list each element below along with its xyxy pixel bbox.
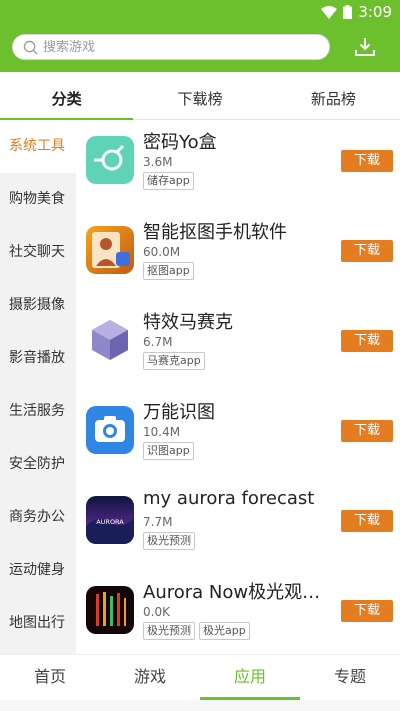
app-name[interactable]: 智能抠图手机软件 (143, 218, 287, 244)
app-tag[interactable]: 极光预测 (143, 622, 195, 640)
category-social-chat[interactable]: 社交聊天 (0, 226, 76, 279)
app-size: 7.7M (143, 515, 173, 529)
battery-icon (343, 5, 353, 19)
category-shopping-food[interactable]: 购物美食 (0, 173, 76, 226)
mosaic-cube-icon (86, 316, 134, 364)
download-button[interactable]: 下载 (341, 510, 393, 532)
app-list: 密码Yo盒 3.6M 储存app 下载 智能抠图手机软件 60.0M 抠图app… (76, 120, 400, 654)
app-tag[interactable]: 极光预测 (143, 532, 195, 550)
app-size: 0.0K (143, 605, 170, 619)
status-bar: 3:09 (321, 2, 392, 22)
category-security[interactable]: 安全防护 (0, 438, 76, 491)
list-item[interactable]: 密码Yo盒 3.6M 储存app 下载 (76, 120, 400, 210)
bottom-nav: 首页 游戏 应用 专题 (0, 654, 400, 700)
list-item[interactable]: AURORA my aurora forecast 7.7M 极光预测 下载 (76, 480, 400, 570)
list-item[interactable]: 特效马赛克 6.7M 马赛克app 下载 (76, 300, 400, 390)
download-button[interactable]: 下载 (341, 420, 393, 442)
camera-recognize-icon (86, 406, 134, 454)
aurora-icon-label: AURORA (96, 518, 124, 526)
app-size: 60.0M (143, 245, 181, 259)
app-tag[interactable]: 极光app (199, 622, 250, 640)
app-size: 10.4M (143, 425, 181, 439)
category-business-office[interactable]: 商务办公 (0, 491, 76, 544)
category-life-service[interactable]: 生活服务 (0, 385, 76, 438)
password-box-icon (86, 136, 134, 184)
download-button[interactable]: 下载 (341, 330, 393, 352)
status-time: 3:09 (358, 3, 392, 21)
tab-download-rank[interactable]: 下载榜 (133, 80, 266, 119)
list-item[interactable]: Aurora Now极光观测... 0.0K 极光预测 极光app 下载 (76, 570, 400, 654)
photo-cutout-icon (86, 226, 134, 274)
aurora-now-icon (86, 586, 134, 634)
app-size: 6.7M (143, 335, 173, 349)
app-size: 3.6M (143, 155, 173, 169)
nav-home[interactable]: 首页 (0, 655, 100, 700)
app-name[interactable]: my aurora forecast (143, 488, 314, 509)
app-name[interactable]: 特效马赛克 (143, 308, 233, 334)
category-media-player[interactable]: 影音播放 (0, 332, 76, 385)
app-tag[interactable]: 抠图app (143, 262, 194, 280)
category-sports-fitness[interactable]: 运动健身 (0, 544, 76, 597)
search-input[interactable] (43, 39, 303, 55)
top-tabs: 分类 下载榜 新品榜 (0, 80, 400, 120)
download-button[interactable]: 下载 (341, 240, 393, 262)
search-icon (23, 40, 38, 55)
nav-apps[interactable]: 应用 (200, 655, 300, 700)
app-name[interactable]: 密码Yo盒 (143, 128, 217, 154)
download-manager-icon[interactable] (354, 36, 376, 58)
category-sidebar: 系统工具 购物美食 社交聊天 摄影摄像 影音播放 生活服务 安全防护 商务办公 … (0, 120, 76, 654)
app-tag[interactable]: 马赛克app (143, 352, 205, 370)
app-tag[interactable]: 识图app (143, 442, 194, 460)
aurora-icon: AURORA (86, 496, 134, 544)
tab-new-rank[interactable]: 新品榜 (267, 80, 400, 119)
download-button[interactable]: 下载 (341, 150, 393, 172)
tab-category[interactable]: 分类 (0, 80, 134, 120)
top-header: 3:09 (0, 0, 400, 72)
app-name[interactable]: Aurora Now极光观测... (143, 578, 333, 604)
system-nav-bar (0, 700, 400, 711)
download-button[interactable]: 下载 (341, 600, 393, 622)
category-photography[interactable]: 摄影摄像 (0, 279, 76, 332)
category-system-tools[interactable]: 系统工具 (0, 120, 76, 173)
wifi-icon (321, 5, 338, 19)
list-item[interactable]: 智能抠图手机软件 60.0M 抠图app 下载 (76, 210, 400, 300)
app-tag[interactable]: 储存app (143, 172, 194, 190)
list-item[interactable]: 万能识图 10.4M 识图app 下载 (76, 390, 400, 480)
app-name[interactable]: 万能识图 (143, 398, 215, 424)
nav-games[interactable]: 游戏 (100, 655, 200, 700)
search-bar[interactable] (12, 34, 330, 60)
category-map-travel[interactable]: 地图出行 (0, 597, 76, 650)
nav-topics[interactable]: 专题 (300, 655, 400, 700)
